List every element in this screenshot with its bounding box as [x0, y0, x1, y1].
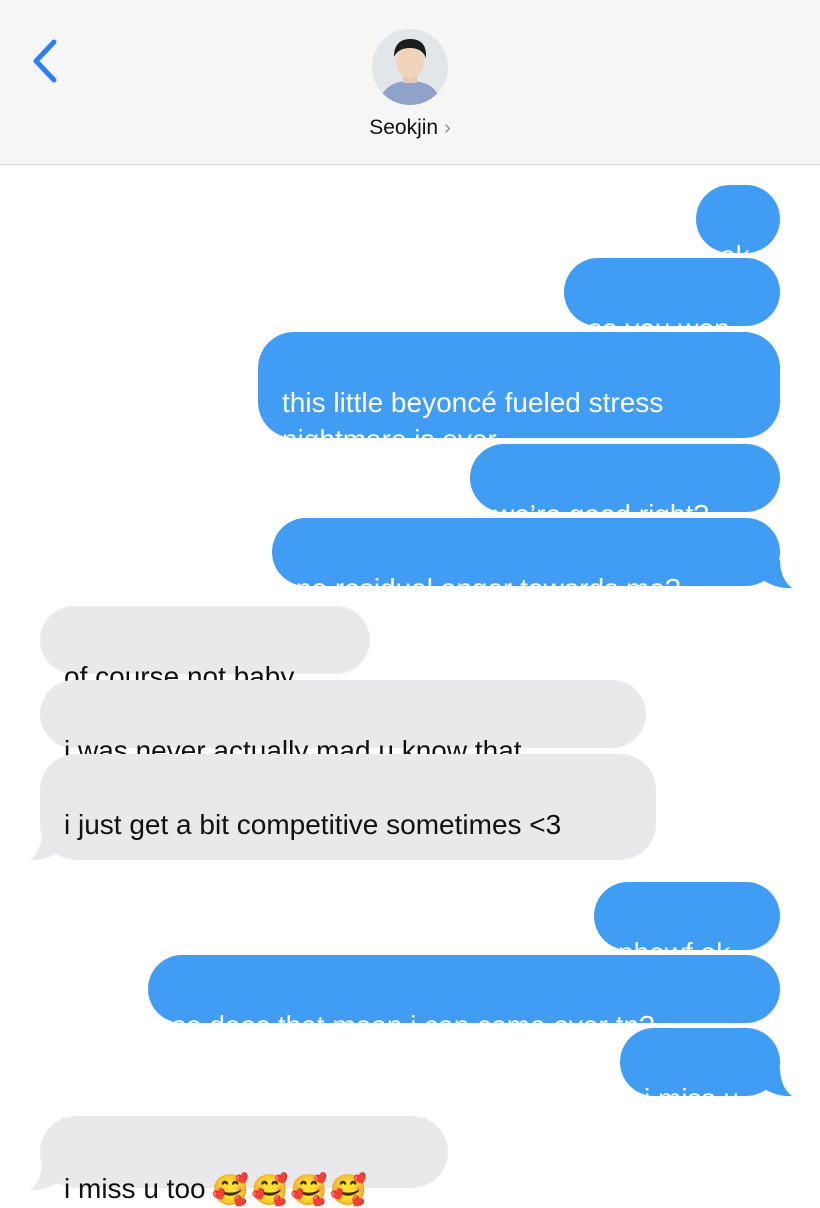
message-bubble-incoming[interactable]: i was never actually mad u know that [40, 680, 646, 766]
message-bubble-outgoing[interactable]: ok [696, 185, 780, 271]
bubble-tail [30, 832, 64, 861]
contact-avatar[interactable] [372, 29, 448, 105]
message-bubble-outgoing[interactable]: no residual anger towards me? [272, 518, 780, 604]
message-bubble-outgoing[interactable]: this little beyoncé fueled stress nightm… [258, 332, 780, 455]
chevron-right-icon: › [444, 117, 451, 139]
bubble-tail [30, 1162, 64, 1191]
contact-name-text: Seokjin [369, 116, 439, 139]
message-bubble-outgoing[interactable]: so you won [564, 258, 780, 344]
message-bubble-outgoing[interactable]: we’re good right? [470, 444, 780, 530]
back-chevron-icon[interactable] [28, 38, 64, 84]
message-bubble-incoming[interactable]: of course not baby [40, 606, 370, 692]
message-bubble-incoming[interactable]: i just get a bit competitive sometimes <… [40, 754, 656, 860]
message-text: so does that mean i can come over tn? [172, 1010, 655, 1041]
message-bubble-outgoing[interactable]: phewf ok [594, 882, 780, 968]
message-text: i miss u too [64, 1173, 206, 1204]
message-text: i just get a bit competitive sometimes <… [64, 809, 562, 840]
message-bubble-outgoing[interactable]: i miss u [620, 1028, 780, 1114]
message-bubble-outgoing[interactable]: so does that mean i can come over tn? [148, 955, 780, 1041]
smiling-face-with-hearts-icon: 🥰🥰🥰🥰 [211, 1173, 370, 1207]
bubble-tail [758, 560, 792, 589]
message-text: no residual anger towards me? [296, 573, 681, 604]
message-text: i miss u [644, 1083, 739, 1114]
message-bubble-incoming[interactable]: i miss u too 🥰🥰🥰🥰 [40, 1116, 448, 1207]
contact-name[interactable]: Seokjin › [0, 116, 820, 140]
conversation-header: Seokjin › [0, 0, 820, 165]
bubble-tail [758, 1068, 792, 1097]
